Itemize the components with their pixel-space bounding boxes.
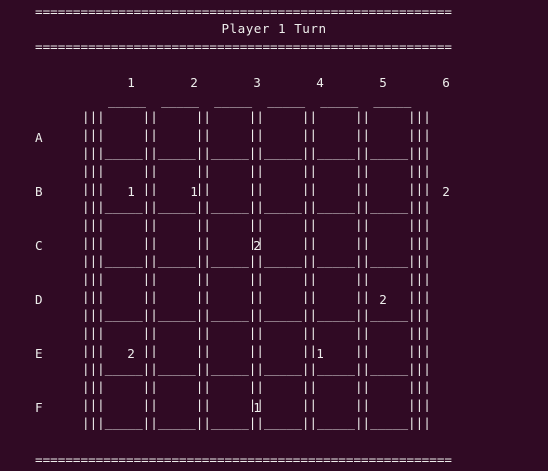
cell-border-row-a: ||| || || || || || ||| [82, 109, 431, 124]
row-label-d: D [35, 292, 43, 307]
cell-e4[interactable]: 1 [310, 345, 330, 363]
row-label-a: A [35, 130, 43, 145]
cell-border-row-a: ||| || || || || || ||| [82, 127, 431, 142]
column-header-3: 3 [253, 75, 261, 90]
title-separator: ========================================… [35, 39, 453, 54]
cell-e1[interactable]: 2 [121, 345, 141, 363]
cell-border-row-b: ||| || || || || || ||| [82, 163, 431, 178]
cell-c3[interactable]: 2 [247, 237, 267, 255]
cell-b1[interactable]: 1 [121, 183, 141, 201]
cell-f3[interactable]: 1 [247, 399, 267, 417]
cell-b6[interactable]: 2 [436, 183, 456, 201]
column-header-4: 4 [316, 75, 324, 90]
terminal-window: ========================================… [0, 0, 548, 471]
cell-border-row-e: ||| || || || || || ||| [82, 325, 431, 340]
row-label-c: C [35, 238, 43, 253]
cell-bottom-row-a: |||_____||_____||_____||_____||_____||__… [82, 145, 431, 160]
row-label-e: E [35, 346, 43, 361]
cell-border-row-f: ||| || || || || || ||| [82, 379, 431, 394]
cell-d5[interactable]: 2 [373, 291, 393, 309]
column-header-6: 6 [442, 75, 450, 90]
row-label-b: B [35, 184, 43, 199]
cell-b2[interactable]: 1 [184, 183, 204, 201]
bottom-separator: ========================================… [35, 452, 453, 467]
cell-border-row-c: ||| || || || || || ||| [82, 217, 431, 232]
column-header-1: 1 [127, 75, 135, 90]
column-header-5: 5 [379, 75, 387, 90]
turn-title: Player 1 Turn [221, 21, 327, 36]
cell-border-row-d: ||| || || || || || ||| [82, 271, 431, 286]
column-header-2: 2 [190, 75, 198, 90]
row-label-f: F [35, 400, 43, 415]
top-separator: ========================================… [35, 4, 453, 19]
